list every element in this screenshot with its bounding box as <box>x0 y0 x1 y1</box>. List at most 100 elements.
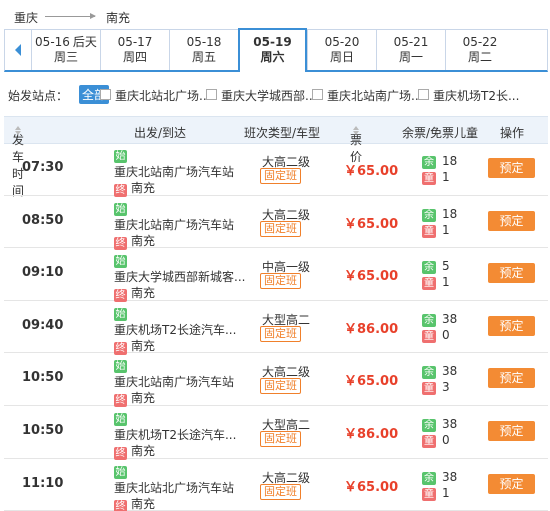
date-tab-suffix: 后天 <box>72 35 97 49</box>
filter-option-label[interactable]: 重庆北站南广场... <box>327 87 422 104</box>
book-button[interactable]: 预定 <box>488 420 535 441</box>
child-tickets: 童1 <box>422 170 450 185</box>
child-icon: 童 <box>422 329 436 343</box>
date-tab-05-22[interactable]: 05-22 周二 <box>445 30 514 70</box>
remaining-tickets: 余 38 <box>422 312 457 327</box>
ticket-price: ￥65.00 <box>344 269 399 285</box>
child-count: 1 <box>442 275 450 290</box>
header-action: 操作 <box>500 126 525 140</box>
prev-date-button[interactable] <box>5 30 31 70</box>
start-icon: 始 <box>114 360 127 374</box>
filter-option-label[interactable]: 重庆机场T2长... <box>433 87 519 104</box>
start-badge: 始 <box>114 410 131 426</box>
departure-time: 07:30 <box>22 160 64 175</box>
table-row: 08:50 始重庆北站南广场汽车站终南充 大高二级 固定班 ￥65.00 余 18 童 1 预定 <box>4 196 548 250</box>
departure-time: 09:40 <box>22 317 64 333</box>
date-tab-weekday: 周六 <box>260 50 285 64</box>
filter-checkbox[interactable] <box>312 89 323 100</box>
book-button[interactable]: 预定 <box>488 315 535 336</box>
date-tab-weekday: 周三 <box>53 50 78 64</box>
book-button[interactable]: 预定 <box>488 473 535 494</box>
remaining-icon: 余 <box>422 313 436 327</box>
route-arrow-icon <box>45 13 96 19</box>
table-row: 09:10 始重庆大学城西部新城客... 终南充 中高一级 固定班 ￥65.00 余 5 童 1 预… <box>4 248 548 303</box>
header-price[interactable]: 票价 <box>350 124 362 164</box>
start-icon: 始 <box>114 255 127 269</box>
child-count: 1 <box>442 222 450 237</box>
date-tab-date: 05-21 <box>393 35 429 49</box>
remaining-icon: 余 <box>422 208 436 222</box>
child-tickets: 童3 <box>422 380 450 396</box>
destination-line: 终南充 <box>114 284 155 303</box>
remaining-count: 38 <box>442 469 458 484</box>
child-count: 0 <box>442 432 450 447</box>
filter-option-label[interactable]: 重庆大学城西部... <box>221 87 316 104</box>
origin-station: 重庆机场T2长途汽车... <box>114 322 237 337</box>
book-button[interactable]: 预定 <box>488 368 535 389</box>
sort-icon <box>14 126 22 136</box>
filter-checkbox[interactable] <box>100 89 111 100</box>
start-icon: 始 <box>114 307 127 321</box>
fixed-schedule-badge: 固定班 <box>260 378 301 395</box>
remaining-tickets: 余 38 <box>422 364 458 380</box>
fixed-schedule-badge: 固定班 <box>260 483 301 500</box>
start-badge: 始 <box>114 463 131 479</box>
start-badge: 始 <box>114 200 131 216</box>
destination-line: 终南充 <box>114 389 156 408</box>
chevron-left-icon <box>15 44 21 56</box>
header-type: 班次类型/车型 <box>244 126 321 140</box>
schedule-table: 07:30 始重庆北站南广场汽车站终南充 大高二级 固定班 ￥65.00 余 18 童 1 预定 0… <box>4 143 548 511</box>
date-tab-weekday: 周四 <box>122 50 147 64</box>
date-tab-05-19[interactable]: 05-19 周六 <box>238 28 307 72</box>
date-tab-date: 05-16 <box>35 35 70 49</box>
departure-time: 10:50 <box>22 422 64 438</box>
destination: 南充 <box>131 233 156 248</box>
book-button[interactable]: 预定 <box>488 158 535 178</box>
origin-station: 重庆北站北广场汽车站 <box>114 480 235 495</box>
ticket-price: ￥86.00 <box>344 426 399 442</box>
remaining-tickets: 余 18 <box>422 207 457 222</box>
book-button[interactable]: 预定 <box>488 210 535 231</box>
destination-line: 终南充 <box>114 337 155 355</box>
date-tab-date: 05-17 <box>117 35 153 49</box>
remaining-count: 38 <box>442 364 458 379</box>
destination-line: 终南充 <box>114 232 155 250</box>
date-tab-05-20[interactable]: 05-20 周日 <box>307 30 376 70</box>
filter-checkbox[interactable] <box>418 89 429 100</box>
remaining-icon: 余 <box>422 156 436 169</box>
date-tab-05-18[interactable]: 05-18 周五 <box>169 30 238 70</box>
start-icon: 始 <box>114 465 127 479</box>
start-badge: 始 <box>114 357 131 374</box>
remaining-icon: 余 <box>422 261 436 275</box>
child-count: 3 <box>442 380 450 395</box>
date-tab-weekday: 周五 <box>191 50 216 64</box>
remaining-count: 38 <box>442 416 458 431</box>
book-button[interactable]: 预定 <box>488 263 535 284</box>
date-tab-05-16[interactable]: 05-16 后天 周三 <box>31 30 100 70</box>
header-time[interactable]: 发车时间 <box>12 124 24 198</box>
ticket-price: ￥65.00 <box>344 479 399 495</box>
remaining-count: 18 <box>442 206 458 221</box>
origin-station: 重庆机场T2长途汽车... <box>114 427 237 442</box>
end-icon: 终 <box>114 499 127 511</box>
date-tab-05-17[interactable]: 05-17 周四 <box>100 30 169 70</box>
fixed-schedule-badge: 固定班 <box>260 220 301 237</box>
child-icon: 童 <box>422 434 436 448</box>
table-row: 10:50 始重庆机场T2长途汽车... 终南充 大型高二 固定班 ￥86.00 余 38 童 0… <box>4 406 548 460</box>
filter-checkbox[interactable] <box>206 89 217 100</box>
destination: 南充 <box>131 391 156 406</box>
departure-time: 11:10 <box>22 475 64 491</box>
fixed-schedule-badge: 固定班 <box>260 273 301 290</box>
child-count: 1 <box>442 170 450 184</box>
date-tab-date: 05-19 <box>253 35 292 49</box>
filter-option-label[interactable]: 重庆北站北广场... <box>115 87 210 104</box>
fixed-schedule-badge: 固定班 <box>260 430 301 447</box>
destination: 南充 <box>131 496 156 511</box>
remaining-icon: 余 <box>422 418 436 432</box>
destination: 南充 <box>131 443 156 458</box>
child-icon: 童 <box>422 224 436 238</box>
date-tab-05-21[interactable]: 05-21 周一 <box>376 30 445 70</box>
ticket-price: ￥86.00 <box>344 321 399 337</box>
child-tickets: 童1 <box>422 275 450 291</box>
header-route: 出发/到达 <box>134 126 187 140</box>
